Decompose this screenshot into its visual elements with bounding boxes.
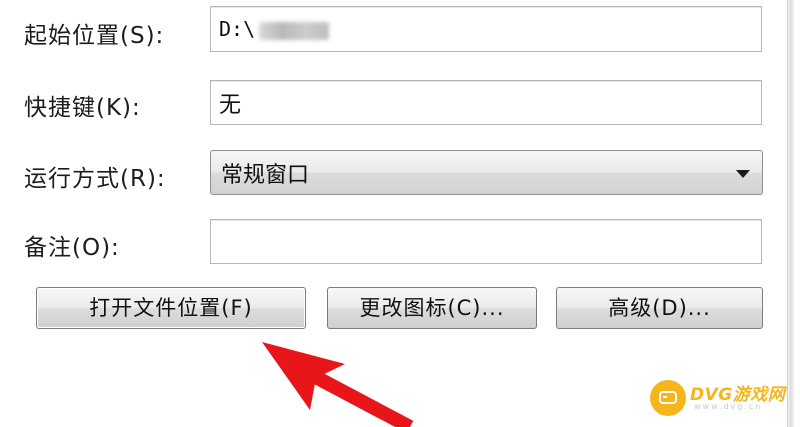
blurred-path — [259, 21, 330, 40]
start-in-field[interactable]: D:\ — [210, 6, 762, 52]
run-label: 运行方式(R): — [24, 166, 166, 192]
chevron-down-icon[interactable] — [736, 170, 750, 178]
shortcut-key-label: 快捷键(K): — [24, 95, 141, 121]
start-in-value: D:\ — [219, 17, 256, 41]
watermark: DVG游戏网 www.dvg.cn — [650, 378, 790, 418]
shortcut-key-field[interactable]: 无 — [210, 80, 762, 125]
advanced-button[interactable]: 高级(D)... — [556, 287, 763, 329]
start-in-label: 起始位置(S): — [24, 23, 165, 49]
comment-label: 备注(O): — [24, 235, 120, 261]
comment-field[interactable] — [210, 219, 762, 264]
dialog-right-border — [787, 0, 794, 427]
red-arrow-icon — [262, 342, 414, 427]
shortcut-key-value: 无 — [219, 92, 242, 118]
run-select[interactable]: 常规窗口 — [210, 150, 763, 195]
start-in-value-wrapper: D:\ — [219, 17, 330, 41]
change-icon-button[interactable]: 更改图标(C)... — [327, 287, 537, 329]
watermark-url: www.dvg.cn — [694, 402, 763, 411]
open-file-location-button[interactable]: 打开文件位置(F) — [36, 287, 306, 329]
gamepad-icon — [650, 380, 686, 416]
run-select-value: 常规窗口 — [221, 162, 310, 188]
